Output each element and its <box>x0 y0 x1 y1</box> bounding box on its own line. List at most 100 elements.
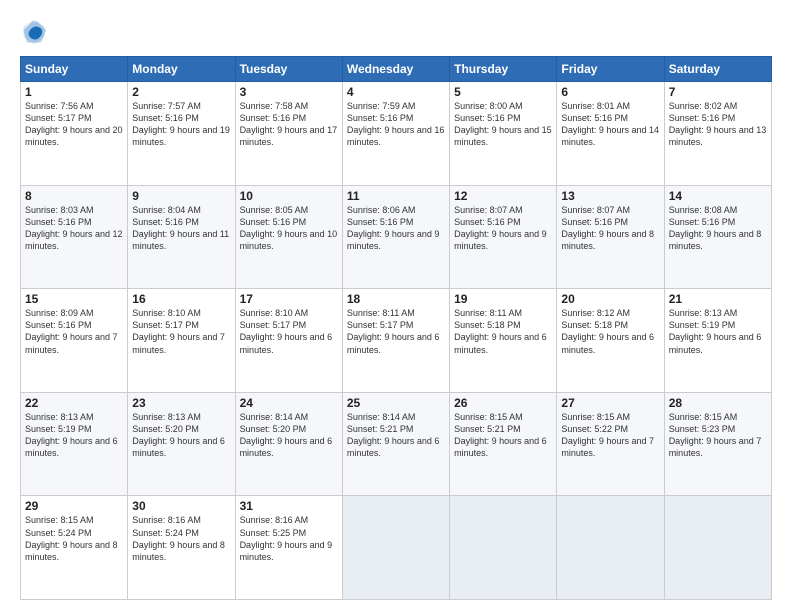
day-number: 18 <box>347 292 445 306</box>
calendar-cell: 7 Sunrise: 8:02 AMSunset: 5:16 PMDayligh… <box>664 82 771 186</box>
calendar-cell: 31 Sunrise: 8:16 AMSunset: 5:25 PMDaylig… <box>235 496 342 600</box>
calendar-cell: 29 Sunrise: 8:15 AMSunset: 5:24 PMDaylig… <box>21 496 128 600</box>
col-header-wednesday: Wednesday <box>342 57 449 82</box>
calendar-cell: 26 Sunrise: 8:15 AMSunset: 5:21 PMDaylig… <box>450 392 557 496</box>
day-number: 30 <box>132 499 230 513</box>
calendar-cell: 2 Sunrise: 7:57 AMSunset: 5:16 PMDayligh… <box>128 82 235 186</box>
cell-info: Sunrise: 8:11 AMSunset: 5:17 PMDaylight:… <box>347 307 445 356</box>
calendar-week-4: 22 Sunrise: 8:13 AMSunset: 5:19 PMDaylig… <box>21 392 772 496</box>
calendar-cell: 16 Sunrise: 8:10 AMSunset: 5:17 PMDaylig… <box>128 289 235 393</box>
calendar-cell <box>342 496 449 600</box>
cell-info: Sunrise: 8:01 AMSunset: 5:16 PMDaylight:… <box>561 100 659 149</box>
header <box>20 18 772 46</box>
day-number: 14 <box>669 189 767 203</box>
cell-info: Sunrise: 8:06 AMSunset: 5:16 PMDaylight:… <box>347 204 445 253</box>
cell-info: Sunrise: 8:08 AMSunset: 5:16 PMDaylight:… <box>669 204 767 253</box>
day-number: 4 <box>347 85 445 99</box>
cell-info: Sunrise: 8:14 AMSunset: 5:21 PMDaylight:… <box>347 411 445 460</box>
day-number: 3 <box>240 85 338 99</box>
cell-info: Sunrise: 8:07 AMSunset: 5:16 PMDaylight:… <box>454 204 552 253</box>
calendar-cell: 30 Sunrise: 8:16 AMSunset: 5:24 PMDaylig… <box>128 496 235 600</box>
col-header-sunday: Sunday <box>21 57 128 82</box>
cell-info: Sunrise: 8:12 AMSunset: 5:18 PMDaylight:… <box>561 307 659 356</box>
day-number: 5 <box>454 85 552 99</box>
calendar-cell: 21 Sunrise: 8:13 AMSunset: 5:19 PMDaylig… <box>664 289 771 393</box>
day-number: 7 <box>669 85 767 99</box>
cell-info: Sunrise: 8:15 AMSunset: 5:22 PMDaylight:… <box>561 411 659 460</box>
cell-info: Sunrise: 8:10 AMSunset: 5:17 PMDaylight:… <box>240 307 338 356</box>
cell-info: Sunrise: 8:04 AMSunset: 5:16 PMDaylight:… <box>132 204 230 253</box>
calendar-cell: 4 Sunrise: 7:59 AMSunset: 5:16 PMDayligh… <box>342 82 449 186</box>
day-number: 26 <box>454 396 552 410</box>
day-number: 13 <box>561 189 659 203</box>
calendar-week-2: 8 Sunrise: 8:03 AMSunset: 5:16 PMDayligh… <box>21 185 772 289</box>
calendar-cell: 18 Sunrise: 8:11 AMSunset: 5:17 PMDaylig… <box>342 289 449 393</box>
calendar-cell: 23 Sunrise: 8:13 AMSunset: 5:20 PMDaylig… <box>128 392 235 496</box>
calendar-cell: 24 Sunrise: 8:14 AMSunset: 5:20 PMDaylig… <box>235 392 342 496</box>
cell-info: Sunrise: 8:15 AMSunset: 5:21 PMDaylight:… <box>454 411 552 460</box>
calendar-cell: 15 Sunrise: 8:09 AMSunset: 5:16 PMDaylig… <box>21 289 128 393</box>
day-number: 23 <box>132 396 230 410</box>
calendar-cell: 12 Sunrise: 8:07 AMSunset: 5:16 PMDaylig… <box>450 185 557 289</box>
day-number: 11 <box>347 189 445 203</box>
cell-info: Sunrise: 8:10 AMSunset: 5:17 PMDaylight:… <box>132 307 230 356</box>
day-number: 1 <box>25 85 123 99</box>
day-number: 8 <box>25 189 123 203</box>
calendar-header-row: SundayMondayTuesdayWednesdayThursdayFrid… <box>21 57 772 82</box>
calendar-table: SundayMondayTuesdayWednesdayThursdayFrid… <box>20 56 772 600</box>
day-number: 31 <box>240 499 338 513</box>
col-header-saturday: Saturday <box>664 57 771 82</box>
calendar-week-5: 29 Sunrise: 8:15 AMSunset: 5:24 PMDaylig… <box>21 496 772 600</box>
cell-info: Sunrise: 8:15 AMSunset: 5:23 PMDaylight:… <box>669 411 767 460</box>
cell-info: Sunrise: 7:58 AMSunset: 5:16 PMDaylight:… <box>240 100 338 149</box>
cell-info: Sunrise: 8:09 AMSunset: 5:16 PMDaylight:… <box>25 307 123 356</box>
calendar-cell: 25 Sunrise: 8:14 AMSunset: 5:21 PMDaylig… <box>342 392 449 496</box>
calendar-cell <box>450 496 557 600</box>
cell-info: Sunrise: 8:14 AMSunset: 5:20 PMDaylight:… <box>240 411 338 460</box>
col-header-tuesday: Tuesday <box>235 57 342 82</box>
calendar-cell: 1 Sunrise: 7:56 AMSunset: 5:17 PMDayligh… <box>21 82 128 186</box>
calendar-cell: 9 Sunrise: 8:04 AMSunset: 5:16 PMDayligh… <box>128 185 235 289</box>
day-number: 27 <box>561 396 659 410</box>
calendar-cell: 28 Sunrise: 8:15 AMSunset: 5:23 PMDaylig… <box>664 392 771 496</box>
cell-info: Sunrise: 8:07 AMSunset: 5:16 PMDaylight:… <box>561 204 659 253</box>
calendar-cell: 6 Sunrise: 8:01 AMSunset: 5:16 PMDayligh… <box>557 82 664 186</box>
cell-info: Sunrise: 8:13 AMSunset: 5:20 PMDaylight:… <box>132 411 230 460</box>
cell-info: Sunrise: 8:13 AMSunset: 5:19 PMDaylight:… <box>669 307 767 356</box>
day-number: 20 <box>561 292 659 306</box>
calendar-cell: 27 Sunrise: 8:15 AMSunset: 5:22 PMDaylig… <box>557 392 664 496</box>
calendar-cell: 20 Sunrise: 8:12 AMSunset: 5:18 PMDaylig… <box>557 289 664 393</box>
calendar-cell: 3 Sunrise: 7:58 AMSunset: 5:16 PMDayligh… <box>235 82 342 186</box>
day-number: 17 <box>240 292 338 306</box>
page: SundayMondayTuesdayWednesdayThursdayFrid… <box>0 0 792 612</box>
cell-info: Sunrise: 8:13 AMSunset: 5:19 PMDaylight:… <box>25 411 123 460</box>
calendar-cell <box>664 496 771 600</box>
calendar-cell: 13 Sunrise: 8:07 AMSunset: 5:16 PMDaylig… <box>557 185 664 289</box>
logo <box>20 18 52 46</box>
day-number: 19 <box>454 292 552 306</box>
calendar-cell: 10 Sunrise: 8:05 AMSunset: 5:16 PMDaylig… <box>235 185 342 289</box>
cell-info: Sunrise: 7:56 AMSunset: 5:17 PMDaylight:… <box>25 100 123 149</box>
cell-info: Sunrise: 8:16 AMSunset: 5:24 PMDaylight:… <box>132 514 230 563</box>
day-number: 24 <box>240 396 338 410</box>
day-number: 10 <box>240 189 338 203</box>
calendar-cell: 14 Sunrise: 8:08 AMSunset: 5:16 PMDaylig… <box>664 185 771 289</box>
day-number: 12 <box>454 189 552 203</box>
calendar-cell: 5 Sunrise: 8:00 AMSunset: 5:16 PMDayligh… <box>450 82 557 186</box>
calendar-cell <box>557 496 664 600</box>
cell-info: Sunrise: 7:57 AMSunset: 5:16 PMDaylight:… <box>132 100 230 149</box>
day-number: 9 <box>132 189 230 203</box>
cell-info: Sunrise: 8:15 AMSunset: 5:24 PMDaylight:… <box>25 514 123 563</box>
col-header-friday: Friday <box>557 57 664 82</box>
calendar-cell: 19 Sunrise: 8:11 AMSunset: 5:18 PMDaylig… <box>450 289 557 393</box>
cell-info: Sunrise: 8:11 AMSunset: 5:18 PMDaylight:… <box>454 307 552 356</box>
calendar-cell: 17 Sunrise: 8:10 AMSunset: 5:17 PMDaylig… <box>235 289 342 393</box>
cell-info: Sunrise: 8:16 AMSunset: 5:25 PMDaylight:… <box>240 514 338 563</box>
cell-info: Sunrise: 8:00 AMSunset: 5:16 PMDaylight:… <box>454 100 552 149</box>
day-number: 21 <box>669 292 767 306</box>
logo-icon <box>20 18 48 46</box>
day-number: 22 <box>25 396 123 410</box>
cell-info: Sunrise: 8:02 AMSunset: 5:16 PMDaylight:… <box>669 100 767 149</box>
day-number: 28 <box>669 396 767 410</box>
cell-info: Sunrise: 8:03 AMSunset: 5:16 PMDaylight:… <box>25 204 123 253</box>
